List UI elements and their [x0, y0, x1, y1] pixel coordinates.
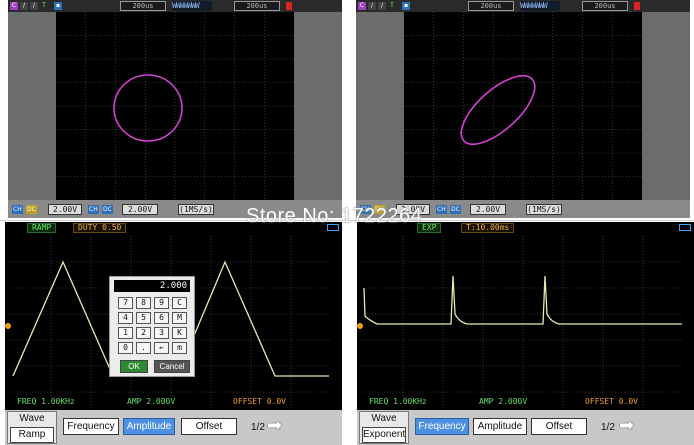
keypad-key-7[interactable]: 7	[118, 297, 133, 309]
grid-lines	[56, 12, 294, 200]
ch2-volts-box: 2.00V	[122, 204, 158, 215]
offset-button[interactable]: Offset	[531, 418, 587, 435]
lissajous-ellipse-trace	[460, 75, 536, 145]
ch2-icon[interactable]: CH	[88, 205, 99, 214]
measure-icon[interactable]: /	[30, 2, 38, 10]
frequency-readout: FREQ 1.00KHz	[15, 397, 77, 407]
menu-page-indicator: 1/2	[251, 422, 265, 433]
wave-select-value: Exponent	[362, 427, 406, 443]
ch2-coupling-icon[interactable]: DC	[102, 205, 113, 214]
battery-icon	[679, 224, 691, 231]
wave-select-button[interactable]: Wave Exponent	[359, 411, 409, 444]
numeric-keypad: 2.000 7 8 9 C 4 5 6 M 1 2 3 K 0 . ← m OK…	[109, 276, 195, 377]
channel-icon[interactable]: C	[358, 2, 366, 10]
waveform-overview: WWWWWWW	[520, 1, 560, 11]
arrow-right-icon[interactable]: ➡	[619, 417, 634, 435]
offset-readout: OFFSET 0.0V	[231, 397, 288, 407]
keypad-key-8[interactable]: 8	[136, 297, 151, 309]
scope-panel-circle: C / / T ▪ 200us WWWWWWW 200us CH DC 2.00…	[8, 0, 342, 218]
keypad-display: 2.000	[114, 280, 190, 292]
amplitude-readout: AMP 2.000V	[125, 397, 178, 407]
trigger-status-icon	[286, 2, 292, 10]
generator-waveform-display	[363, 236, 683, 418]
keypad-key-dot[interactable]: .	[136, 342, 151, 354]
keypad-key-m-lower[interactable]: m	[172, 342, 187, 354]
wave-select-label: Wave	[371, 413, 397, 424]
store-watermark: Store No: 1722264	[246, 205, 423, 227]
ch2-volts-box: 2.00V	[470, 204, 506, 215]
trigger-status-icon	[634, 2, 640, 10]
generator-softkey-menu: Wave Ramp Frequency Amplitude Offset 1/2…	[5, 410, 342, 445]
frequency-readout: FREQ 1.00KHz	[367, 397, 429, 407]
cursor-icon[interactable]: /	[20, 2, 28, 10]
lissajous-circle-trace	[113, 74, 183, 142]
keypad-key-4[interactable]: 4	[118, 312, 133, 324]
generator-panel-ramp: RAMP DUTY 0.50 2.000 7 8 9 C 4 5 6 M 1 2…	[5, 222, 342, 445]
wave-select-label: Wave	[19, 413, 45, 424]
scope-grid	[56, 12, 294, 200]
keypad-key-0[interactable]: 0	[118, 342, 133, 354]
scope-screen	[56, 12, 294, 200]
offset-button[interactable]: Offset	[181, 418, 237, 435]
keypad-key-m-upper[interactable]: M	[172, 312, 187, 324]
keypad-ok-button[interactable]: OK	[120, 360, 148, 373]
sample-rate-box: (1MS/s)	[178, 204, 214, 215]
generator-panel-exponent: EXP T:10.00ms FREQ 1.00KHz AMP 2.000V OF…	[357, 222, 694, 445]
amplitude-readout: AMP 2.000V	[477, 397, 530, 407]
ch1-volts-box: 2.00V	[48, 204, 82, 215]
screenshot-root: C / / T ▪ 200us WWWWWWW 200us CH DC 2.00…	[0, 0, 694, 445]
scope-screen	[404, 12, 642, 200]
scope-toolbar: C / / T ▪ 200us WWWWWWW 200us	[8, 0, 342, 12]
keypad-key-2[interactable]: 2	[136, 327, 151, 339]
grid-lines	[404, 12, 642, 200]
save-icon[interactable]: ▪	[54, 2, 62, 10]
timebase-box: 200us	[120, 1, 166, 11]
scope-toolbar: C / / T ▪ 200us WWWWWWW 200us	[356, 0, 690, 12]
wave-select-button[interactable]: Wave Ramp	[7, 411, 57, 444]
arrow-right-icon[interactable]: ➡	[267, 417, 282, 435]
menu-page-indicator: 1/2	[601, 422, 615, 433]
keypad-key-9[interactable]: 9	[154, 297, 169, 309]
grid-lines	[363, 236, 683, 418]
scope-panel-ellipse: C / / T ▪ 200us WWWWWWW 200us CH DC 2.00…	[356, 0, 690, 218]
ch1-icon[interactable]: CH	[12, 205, 23, 214]
ch1-coupling-icon[interactable]: DC	[26, 205, 37, 214]
offset-readout: OFFSET 0.0V	[583, 397, 640, 407]
keypad-key-5[interactable]: 5	[136, 312, 151, 324]
keypad-key-backspace[interactable]: ←	[154, 342, 169, 354]
duty-label: DUTY 0.50	[73, 223, 127, 233]
ch2-icon[interactable]: CH	[436, 205, 447, 214]
trigger-icon[interactable]: T	[388, 2, 396, 10]
trigger-position-box: 200us	[234, 1, 280, 11]
cursor-icon[interactable]: /	[368, 2, 376, 10]
keypad-key-c[interactable]: C	[172, 297, 187, 309]
save-icon[interactable]: ▪	[402, 2, 410, 10]
channel-icon[interactable]: C	[10, 2, 18, 10]
scope-grid	[404, 12, 642, 200]
wave-select-value: Ramp	[10, 427, 54, 443]
period-label: T:10.00ms	[461, 223, 515, 233]
keypad-key-k[interactable]: K	[172, 327, 187, 339]
frequency-button[interactable]: Frequency	[63, 418, 119, 435]
generator-softkey-menu: Wave Exponent Frequency Amplitude Offset…	[357, 410, 694, 445]
wave-type-label: RAMP	[27, 223, 57, 233]
frequency-button[interactable]: Frequency	[415, 418, 469, 435]
trigger-icon[interactable]: T	[40, 2, 48, 10]
keypad-key-3[interactable]: 3	[154, 327, 169, 339]
keypad-cancel-button[interactable]: Cancel	[154, 360, 190, 373]
sample-rate-box: (1MS/s)	[526, 204, 562, 215]
measure-icon[interactable]: /	[378, 2, 386, 10]
timebase-box: 200us	[468, 1, 514, 11]
amplitude-button[interactable]: Amplitude	[473, 418, 527, 435]
waveform-overview: WWWWWWW	[172, 1, 212, 11]
keypad-key-6[interactable]: 6	[154, 312, 169, 324]
amplitude-button[interactable]: Amplitude	[123, 418, 175, 435]
trigger-position-box: 200us	[582, 1, 628, 11]
keypad-key-1[interactable]: 1	[118, 327, 133, 339]
ch2-coupling-icon[interactable]: DC	[450, 205, 461, 214]
